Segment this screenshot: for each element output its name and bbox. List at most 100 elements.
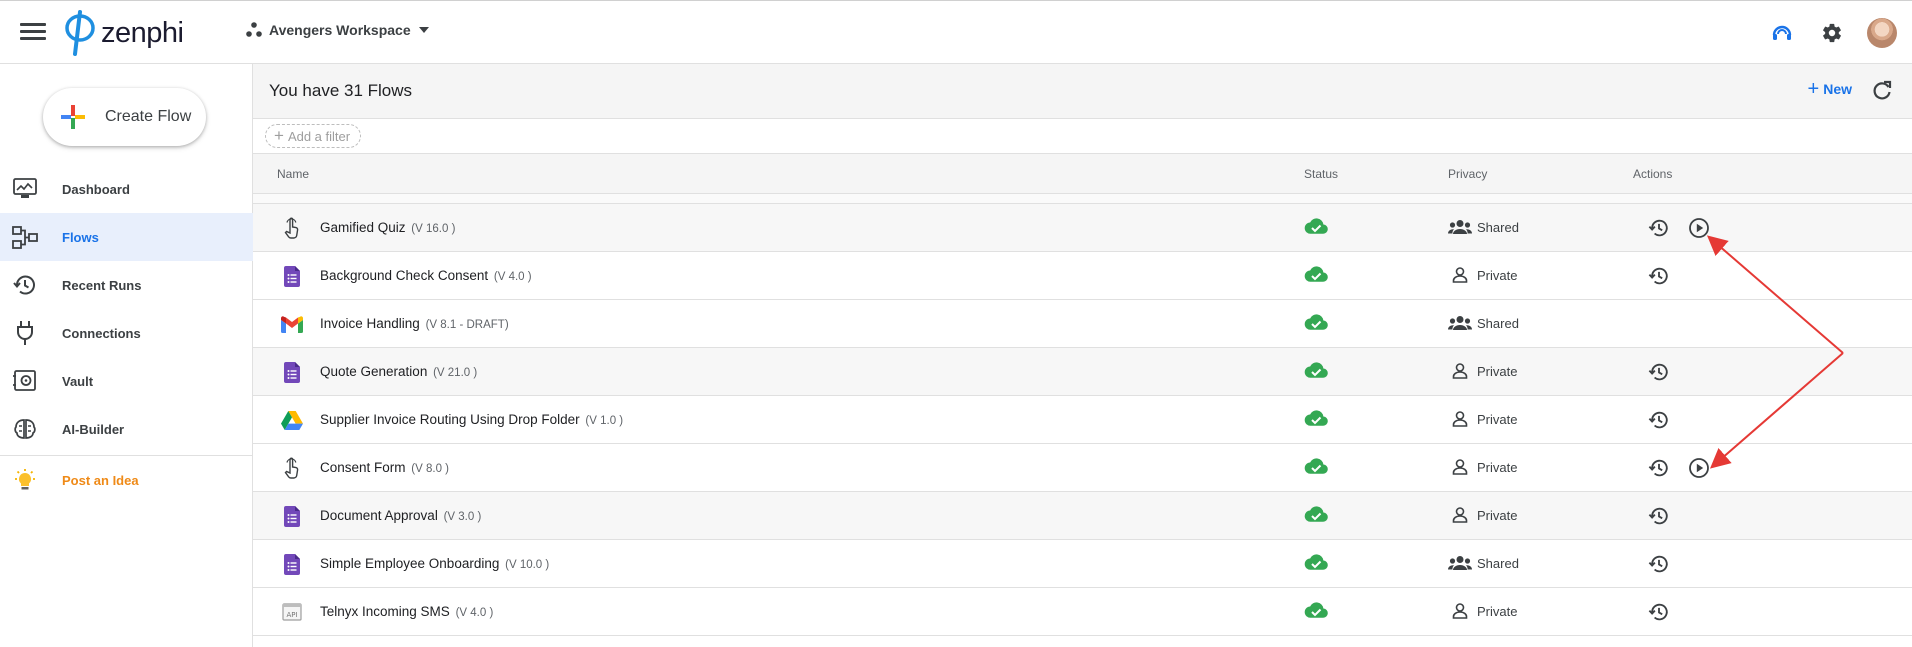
zenphi-logo[interactable]: zenphi — [63, 9, 184, 57]
page-title: You have 31 Flows — [269, 81, 413, 100]
flow-name[interactable]: Quote Generation (V 21.0 ) — [320, 364, 477, 379]
flow-version: (V 4.0 ) — [455, 607, 494, 619]
settings-icon[interactable] — [1816, 17, 1848, 49]
row-actions — [1646, 503, 1686, 529]
privacy-cell: Private — [1448, 410, 1517, 428]
flows-header: You have 31 Flows + New — [253, 64, 1912, 119]
top-bar: zenphi Avengers Workspace — [0, 0, 1912, 64]
flow-name[interactable]: Invoice Handling (V 8.1 - DRAFT) — [320, 316, 509, 331]
logo-text: zenphi — [101, 16, 184, 49]
privacy-cell: Private — [1448, 506, 1517, 524]
table-row[interactable]: Consent Form (V 8.0 ) Private — [253, 444, 1912, 492]
person-icon — [1448, 410, 1472, 428]
person-icon — [1448, 266, 1472, 284]
table-row[interactable]: Supplier Invoice Routing Using Drop Fold… — [253, 396, 1912, 444]
flow-name[interactable]: Document Approval (V 3.0 ) — [320, 508, 481, 523]
table-row[interactable]: Simple Employee Onboarding (V 10.0 ) Shar… — [253, 540, 1912, 588]
refresh-icon[interactable] — [1870, 79, 1894, 103]
avatar — [1867, 18, 1897, 48]
play-circle-icon[interactable] — [1686, 215, 1712, 241]
sidebar-item-dashboard[interactable]: Dashboard — [0, 165, 253, 213]
row-actions — [1646, 359, 1686, 385]
row-actions — [1646, 215, 1726, 241]
privacy-label: Private — [1477, 507, 1518, 523]
sidebar-item-label: Vault — [62, 373, 94, 389]
play-circle-icon[interactable] — [1686, 455, 1712, 481]
history-icon[interactable] — [1646, 503, 1672, 529]
status-ok-cloud-icon — [1304, 265, 1328, 285]
sidebar-item-recent-runs[interactable]: Recent Runs — [0, 261, 253, 309]
privacy-label: Shared — [1477, 219, 1519, 235]
menu-icon[interactable] — [20, 23, 46, 43]
support-icon[interactable] — [1766, 17, 1798, 49]
vault-icon — [12, 368, 38, 394]
history-icon[interactable] — [1646, 215, 1672, 241]
sidebar-item-post-an-idea[interactable]: Post an Idea — [0, 456, 253, 504]
flow-version: (V 8.1 - DRAFT) — [425, 319, 509, 331]
lightbulb-icon — [12, 467, 38, 493]
workspace-selector[interactable]: Avengers Workspace — [245, 21, 429, 39]
privacy-cell: Shared — [1448, 218, 1519, 236]
flow-version: (V 10.0 ) — [505, 559, 550, 571]
create-flow-label: Create Flow — [105, 108, 192, 125]
gmail-icon — [281, 313, 303, 335]
add-filter-chip[interactable]: + Add a filter — [265, 124, 362, 148]
user-avatar[interactable] — [1866, 17, 1898, 49]
dashboard-icon — [12, 176, 38, 202]
row-actions — [1646, 599, 1686, 625]
person-icon — [1448, 506, 1472, 524]
status-ok-cloud-icon — [1304, 457, 1328, 477]
colorful-plus-icon — [61, 105, 85, 129]
privacy-label: Shared — [1477, 555, 1519, 571]
flow-name[interactable]: Simple Employee Onboarding (V 10.0 ) — [320, 556, 549, 571]
privacy-label: Private — [1477, 459, 1518, 475]
row-actions — [1646, 551, 1686, 577]
column-header-name[interactable]: Name — [277, 167, 309, 181]
table-row[interactable]: API Telnyx Incoming SMS (V 4.0 ) Private — [253, 588, 1912, 636]
flow-name[interactable]: Gamified Quiz (V 16.0 ) — [320, 220, 455, 235]
flow-version: (V 8.0 ) — [411, 463, 450, 475]
create-flow-button[interactable]: Create Flow — [43, 88, 206, 146]
table-row[interactable]: Quote Generation (V 21.0 ) Private — [253, 348, 1912, 396]
table-row[interactable]: Document Approval (V 3.0 ) Private — [253, 492, 1912, 540]
row-actions — [1646, 407, 1686, 433]
plus-icon: + — [1807, 78, 1820, 100]
history-icon[interactable] — [1646, 599, 1672, 625]
sidebar-item-connections[interactable]: Connections — [0, 309, 253, 357]
new-flow-button[interactable]: + New — [1807, 78, 1852, 100]
column-header-privacy[interactable]: Privacy — [1448, 167, 1487, 181]
table-header: Name Status Privacy Actions — [253, 154, 1912, 194]
column-header-actions: Actions — [1633, 167, 1673, 181]
group-icon — [1448, 218, 1472, 236]
table-row[interactable]: Background Check Consent (V 4.0 ) Private — [253, 252, 1912, 300]
flow-name[interactable]: Supplier Invoice Routing Using Drop Fold… — [320, 412, 623, 427]
row-actions — [1646, 263, 1686, 289]
privacy-label: Private — [1477, 603, 1518, 619]
column-header-status[interactable]: Status — [1304, 167, 1338, 181]
history-icon[interactable] — [1646, 551, 1672, 577]
table-row[interactable]: Invoice Handling (V 8.1 - DRAFT) Shared — [253, 300, 1912, 348]
add-filter-label: Add a filter — [287, 128, 351, 144]
sidebar-item-flows[interactable]: Flows — [0, 213, 253, 261]
sidebar: Create Flow Dashboard Flows Recent Runs … — [0, 64, 253, 647]
sidebar-item-vault[interactable]: Vault — [0, 357, 253, 405]
chevron-down-icon — [418, 27, 429, 33]
status-ok-cloud-icon — [1304, 553, 1328, 573]
flow-name[interactable]: Background Check Consent (V 4.0 ) — [320, 268, 532, 283]
table-row[interactable]: Gamified Quiz (V 16.0 ) Shared — [253, 204, 1912, 252]
flow-version: (V 1.0 ) — [585, 415, 624, 427]
plug-icon — [12, 320, 38, 346]
flow-name[interactable]: Consent Form (V 8.0 ) — [320, 460, 449, 475]
flow-name[interactable]: Telnyx Incoming SMS (V 4.0 ) — [320, 604, 493, 619]
history-icon[interactable] — [1646, 407, 1672, 433]
svg-text:API: API — [286, 611, 297, 619]
privacy-label: Private — [1477, 411, 1518, 427]
history-icon — [12, 272, 38, 298]
status-ok-cloud-icon — [1304, 217, 1328, 237]
group-icon — [1448, 314, 1472, 332]
status-ok-cloud-icon — [1304, 409, 1328, 429]
history-icon[interactable] — [1646, 455, 1672, 481]
sidebar-item-ai-builder[interactable]: AI-Builder — [0, 405, 253, 453]
history-icon[interactable] — [1646, 263, 1672, 289]
history-icon[interactable] — [1646, 359, 1672, 385]
